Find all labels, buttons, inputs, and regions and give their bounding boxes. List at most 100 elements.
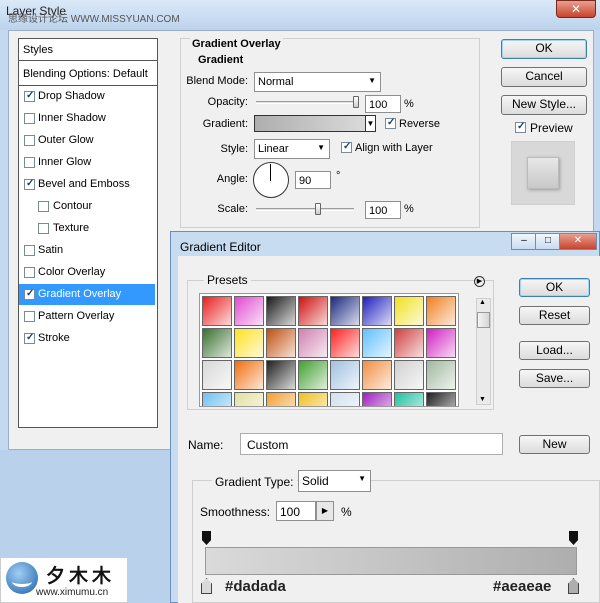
scroll-up-icon[interactable]: ▲ (479, 299, 486, 306)
blend-mode-select[interactable]: Normal ▼ (254, 72, 381, 92)
new-style-button[interactable]: New Style... (501, 95, 587, 115)
close-icon[interactable]: ✕ (556, 0, 596, 18)
preset-swatch[interactable] (298, 296, 328, 326)
style-item-checkbox[interactable] (24, 113, 35, 124)
preview-checkbox[interactable] (515, 121, 526, 133)
opacity-slider-thumb[interactable] (353, 96, 359, 108)
style-item-checkbox[interactable] (38, 201, 49, 212)
angle-input[interactable]: 90 (295, 171, 331, 189)
preset-swatch[interactable] (426, 392, 456, 406)
gradient-type-label: Gradient Type: (212, 475, 297, 489)
ge-load-button[interactable]: Load... (519, 341, 590, 360)
preset-swatch[interactable] (394, 296, 424, 326)
style-item-checkbox[interactable] (24, 332, 35, 344)
angle-dial[interactable] (253, 162, 289, 198)
opacity-input[interactable]: 100 (365, 95, 401, 113)
scale-label: Scale: (217, 203, 248, 215)
preset-swatch[interactable] (330, 360, 360, 390)
style-item[interactable]: Gradient Overlay (19, 284, 155, 305)
gradient-type-select[interactable]: Solid ▼ (298, 470, 371, 492)
style-item[interactable]: Outer Glow (19, 130, 155, 151)
style-item-checkbox[interactable] (24, 135, 35, 146)
preset-swatch[interactable] (266, 392, 296, 406)
scale-slider-thumb[interactable] (315, 203, 321, 215)
maximize-icon[interactable]: □ (535, 233, 561, 250)
preset-swatch[interactable] (234, 360, 264, 390)
reverse-checkbox[interactable] (385, 117, 396, 129)
smoothness-stepper-icon[interactable]: ▶ (316, 501, 334, 521)
preset-swatch[interactable] (234, 296, 264, 326)
preset-swatch[interactable] (298, 328, 328, 358)
style-item[interactable]: Satin (19, 240, 155, 261)
ok-button[interactable]: OK (501, 39, 587, 59)
style-item-checkbox[interactable] (24, 267, 35, 278)
ge-save-button[interactable]: Save... (519, 369, 590, 388)
cancel-button[interactable]: Cancel (501, 67, 587, 87)
ge-new-button[interactable]: New (519, 435, 590, 454)
preset-swatch[interactable] (298, 360, 328, 390)
scroll-down-icon[interactable]: ▼ (479, 396, 486, 403)
preset-swatch[interactable] (330, 392, 360, 406)
opacity-slider[interactable] (256, 101, 359, 104)
style-item[interactable]: Pattern Overlay (19, 306, 155, 327)
style-item-checkbox[interactable] (24, 178, 35, 190)
style-item[interactable]: Texture (19, 218, 155, 239)
style-item-checkbox[interactable] (24, 245, 35, 256)
gradient-bar[interactable] (205, 547, 577, 575)
gradient-preview[interactable] (254, 115, 366, 132)
preset-swatch[interactable] (234, 328, 264, 358)
ge-ok-button[interactable]: OK (519, 278, 590, 297)
minimize-icon[interactable]: – (511, 233, 537, 250)
style-item-checkbox[interactable] (24, 90, 35, 102)
preset-swatch[interactable] (362, 392, 392, 406)
style-item-checkbox[interactable] (38, 223, 49, 234)
blending-options-item[interactable]: Blending Options: Default (19, 62, 157, 86)
style-item-checkbox[interactable] (24, 288, 35, 300)
preset-swatch[interactable] (426, 296, 456, 326)
preset-swatch[interactable] (394, 392, 424, 406)
presets-label: Presets (204, 273, 251, 287)
preset-swatch[interactable] (394, 360, 424, 390)
style-item-checkbox[interactable] (24, 157, 35, 168)
preset-swatch[interactable] (266, 328, 296, 358)
style-item-label: Inner Shadow (38, 112, 106, 124)
preset-swatch[interactable] (266, 296, 296, 326)
gradient-label: Gradient: (202, 118, 248, 130)
preset-swatch[interactable] (202, 360, 232, 390)
scale-input[interactable]: 100 (365, 201, 401, 219)
preset-swatch[interactable] (362, 360, 392, 390)
preset-swatch[interactable] (330, 296, 360, 326)
styles-header[interactable]: Styles (19, 39, 157, 61)
chevron-down-icon[interactable]: ▼ (365, 115, 376, 132)
opacity-label: Opacity: (207, 96, 248, 108)
ge-reset-button[interactable]: Reset (519, 306, 590, 325)
style-item[interactable]: Bevel and Emboss (19, 174, 155, 195)
style-item[interactable]: Stroke (19, 328, 155, 349)
style-item-checkbox[interactable] (24, 311, 35, 322)
style-item[interactable]: Drop Shadow (19, 86, 155, 107)
style-item[interactable]: Color Overlay (19, 262, 155, 283)
preset-swatch[interactable] (234, 392, 264, 406)
preset-swatch[interactable] (202, 296, 232, 326)
preset-swatch[interactable] (394, 328, 424, 358)
style-item[interactable]: Inner Shadow (19, 108, 155, 129)
preset-swatch[interactable] (426, 328, 456, 358)
preset-swatch[interactable] (330, 328, 360, 358)
style-item[interactable]: Contour (19, 196, 155, 217)
preset-swatch[interactable] (362, 296, 392, 326)
preset-swatch[interactable] (298, 392, 328, 406)
gradient-name-input[interactable]: Custom (240, 433, 503, 455)
preset-swatch[interactable] (202, 328, 232, 358)
flyout-menu-icon[interactable]: ▶ (474, 276, 485, 287)
presets-scroll-thumb[interactable] (477, 312, 490, 328)
align-with-layer-checkbox[interactable] (341, 141, 352, 153)
close-icon[interactable]: ✕ (559, 233, 597, 250)
preset-swatch[interactable] (202, 392, 232, 406)
scale-slider[interactable] (256, 208, 354, 211)
style-select[interactable]: Linear ▼ (254, 139, 330, 159)
preset-swatch[interactable] (426, 360, 456, 390)
smoothness-input[interactable]: 100 (276, 501, 316, 521)
preset-swatch[interactable] (266, 360, 296, 390)
preset-swatch[interactable] (362, 328, 392, 358)
style-item[interactable]: Inner Glow (19, 152, 155, 173)
